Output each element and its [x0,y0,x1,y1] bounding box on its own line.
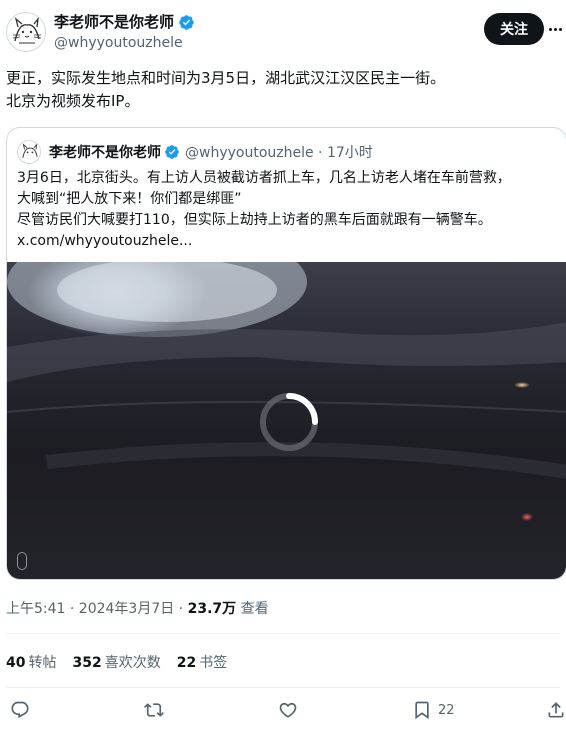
quoted-link[interactable]: x.com/whyyoutouzhele... [17,231,562,252]
quoted-author-name[interactable]: 李老师不是你老师 [49,142,161,162]
action-bar: 22 [0,698,566,726]
tweet-line: 更正，实际发生地点和时间为3月5日，湖北武汉江汉区民主一街。 [6,69,446,87]
view-count: 23.7万 [187,601,237,617]
reply-icon [11,701,29,719]
author-handle[interactable]: @whyyoutouzhele [54,34,183,52]
quoted-line: 尽管访民们大喊要打110，但实际上劫持上访者的黑车后面就跟有一辆警车。 [17,212,492,228]
like-button[interactable] [278,700,298,720]
quoted-tweet-text: 3月6日，北京街头。有上访人员被截访者抓上车，几名上访老人堵在车前营救， 大喊到… [17,168,562,252]
bookmark-icon [415,701,429,720]
verified-badge-icon [165,145,179,159]
bookmark-button[interactable]: 22 [412,700,455,720]
video-player[interactable] [7,262,566,579]
author-avatar[interactable] [6,12,46,52]
likes-stat[interactable]: 352 喜欢次数 [72,652,160,672]
quoted-tweet-header: 李老师不是你老师 @whyyoutouzhele · 17小时 [17,140,373,164]
tweet-meta: 上午5:41 · 2024年3月7日 · 23.7万 查看 [6,598,269,618]
loading-spinner-icon [260,393,318,451]
share-icon [548,702,564,718]
author-name[interactable]: 李老师不是你老师 [54,13,174,31]
quoted-line: 大喊到“把人放下来！你们都是绑匪” [17,191,242,207]
follow-button[interactable]: 关注 [484,13,544,45]
tweet-line: 北京为视频发布IP。 [6,92,140,110]
tweet-header: 李老师不是你老师 @whyyoutouzhele 关注 [0,0,566,60]
divider [6,633,560,634]
tweet-stats: 40 转帖 352 喜欢次数 22 书签 [6,652,243,672]
quoted-line: 3月6日，北京街头。有上访人员被截访者抓上车，几名上访老人堵在车前营救， [17,170,511,186]
tweet-text: 更正，实际发生地点和时间为3月5日，湖北武汉江汉区民主一街。 北京为视频发布IP… [6,67,560,113]
reposts-stat[interactable]: 40 转帖 [6,652,56,672]
repost-button[interactable] [144,700,164,720]
tweet-timestamp[interactable]: 上午5:41 · 2024年3月7日 · [6,601,188,617]
divider [6,687,560,688]
reply-button[interactable] [10,700,30,720]
heart-icon [279,702,297,718]
repost-icon [144,703,164,717]
view-label: 查看 [236,601,269,617]
quoted-author-avatar[interactable] [17,140,41,164]
verified-badge-icon [179,14,194,30]
bookmark-count: 22 [438,702,455,718]
video-scrub-handle[interactable] [17,552,27,570]
bookmarks-stat[interactable]: 22 书签 [177,652,227,672]
quoted-tweet[interactable]: 李老师不是你老师 @whyyoutouzhele · 17小时 3月6日，北京街… [6,127,566,580]
more-options-icon[interactable] [546,20,564,38]
quoted-handle-time: @whyyoutouzhele · 17小时 [185,145,373,161]
share-button[interactable] [546,700,566,720]
